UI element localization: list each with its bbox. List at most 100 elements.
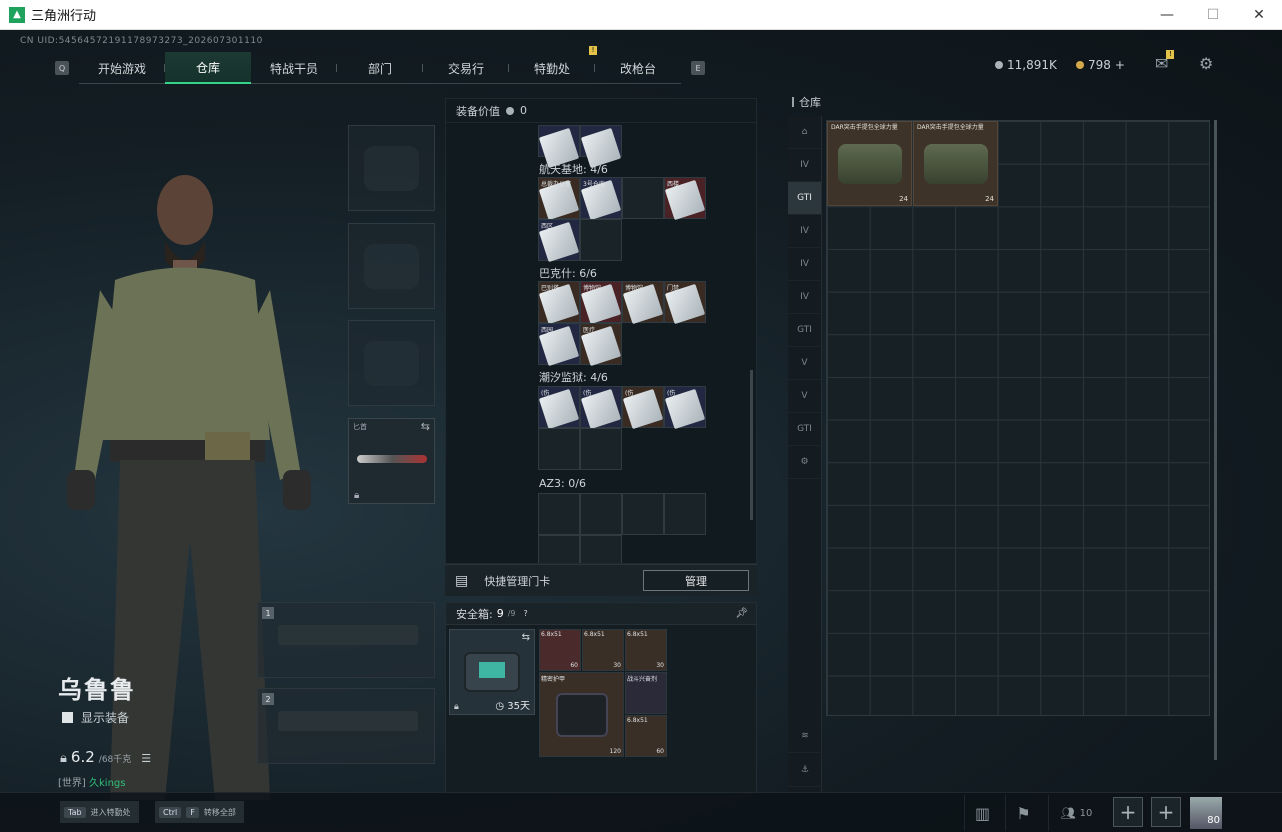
empty-cell[interactable] <box>538 493 580 535</box>
layers-icon[interactable]: ≋ <box>788 720 822 753</box>
ammo-item[interactable]: 6.8x51 60 <box>625 715 667 757</box>
settings-gear-icon[interactable]: ⚙ <box>788 446 821 479</box>
add-squad-button[interactable]: + <box>1151 797 1181 827</box>
token-balance[interactable]: 798 + <box>1076 58 1125 72</box>
warehouse-tab[interactable]: IV <box>788 248 821 281</box>
armor-slot[interactable] <box>348 223 435 309</box>
keycard-cell[interactable] <box>538 125 580 169</box>
maximize-button[interactable]: ☐ <box>1190 0 1236 30</box>
empty-cell[interactable] <box>580 219 622 261</box>
tab-gunsmith[interactable]: 改枪台 <box>595 52 681 84</box>
empty-cell[interactable] <box>580 535 622 563</box>
scrollbar[interactable] <box>750 370 753 520</box>
section-label: 航天基地: 4/6 <box>539 163 608 176</box>
warehouse-item[interactable]: DAR突击手提包全球力量 24 <box>827 121 912 206</box>
avatar[interactable]: 80 <box>1190 797 1222 829</box>
ammo-item[interactable]: 6.8x51 30 <box>582 629 624 671</box>
list-icon[interactable]: ☰ <box>141 752 151 765</box>
transfer-all-hint[interactable]: Ctrl F 转移全部 <box>155 801 244 823</box>
keycard-cell[interactable]: 博物馆 <box>580 281 622 325</box>
warehouse-item[interactable]: DAR突击手提包全球力量 24 <box>913 121 998 206</box>
empty-cell[interactable] <box>580 493 622 535</box>
nav-left-key[interactable]: Q <box>55 61 69 75</box>
rifle-placeholder-icon <box>278 625 418 645</box>
tab-start-game[interactable]: 开始游戏 <box>79 52 165 84</box>
sort-icon[interactable]: ⚓︎ <box>788 754 822 787</box>
manage-button[interactable]: 管理 <box>643 570 749 591</box>
enter-special-ops-hint[interactable]: Tab 进入特勤处 <box>60 801 139 823</box>
minimize-button[interactable]: — <box>1144 0 1190 30</box>
settings-gear-icon[interactable]: ⚙ <box>1199 54 1213 73</box>
pin-icon[interactable]: 📌︎ <box>735 608 748 619</box>
keycard-cell[interactable]: 博物馆 <box>622 281 664 325</box>
flag-icon[interactable]: ⚑ <box>1005 795 1041 831</box>
world-chat[interactable]: [世界] 久kings <box>58 774 125 789</box>
armor-item[interactable]: 精密护甲 120 <box>539 672 624 757</box>
add-squad-button[interactable]: + <box>1113 797 1143 827</box>
keycard-cell[interactable]: (伤 <box>622 386 664 430</box>
warehouse-tab[interactable]: IV <box>788 149 821 182</box>
warehouse-tab[interactable]: IV <box>788 215 821 248</box>
stim-item[interactable]: 战斗兴奋剂 <box>625 672 667 714</box>
keycard-cell[interactable]: 医疗 <box>580 323 622 367</box>
section-label: 巴克什: 6/6 <box>539 267 597 280</box>
warehouse-tab[interactable]: GTI <box>788 314 821 347</box>
checkbox[interactable] <box>62 712 73 723</box>
swap-icon[interactable]: ⇆ <box>421 420 430 433</box>
empty-cell[interactable] <box>580 428 622 470</box>
keycard-cell[interactable] <box>580 125 622 169</box>
helmet-slot[interactable] <box>348 125 435 211</box>
help-icon[interactable]: ? <box>524 609 528 618</box>
show-equipment-toggle[interactable]: 显示装备 <box>62 709 129 726</box>
tab-special-ops[interactable]: 特勤处! <box>509 46 597 84</box>
keycard-cell[interactable]: (伤 <box>580 386 622 430</box>
empty-cell[interactable] <box>622 177 664 219</box>
swap-icon[interactable]: ⇆ <box>522 632 530 643</box>
top-nav: Q 开始游戏 仓库 特战干员 部门 交易行 特勤处! 改枪台 E <box>55 46 705 84</box>
keycard-cell[interactable]: (伤 <box>538 386 580 430</box>
keycard-cell[interactable]: 西楼 <box>664 177 706 221</box>
keycard-cell[interactable]: 门禁 <box>664 281 706 325</box>
primary-weapon-slot[interactable]: 1 <box>257 602 435 678</box>
window-title: 三角洲行动 <box>31 9 97 24</box>
tab-trade[interactable]: 交易行 <box>423 52 509 84</box>
secondary-weapon-slot[interactable]: 2 <box>257 688 435 764</box>
tab-department[interactable]: 部门 <box>337 52 423 84</box>
keycard-list[interactable]: 航天基地: 4/6 总裁办公室 3号仓库 西楼 西区 巴克什: 6/6 巴别塔 … <box>446 125 752 563</box>
keycard-cell[interactable]: 西区 <box>538 219 580 263</box>
friends-button[interactable]: 👥︎ 10 <box>1048 795 1104 831</box>
stats-icon[interactable]: ▥ <box>964 795 1000 831</box>
scrollbar[interactable] <box>1214 120 1217 760</box>
keycard-cell[interactable]: 西园 <box>538 323 580 367</box>
equip-value: 0 <box>520 104 527 117</box>
keycard-cell[interactable]: 总裁办公室 <box>538 177 580 221</box>
warehouse-tab[interactable]: ⌂ <box>788 116 821 149</box>
keycard-cell[interactable]: 巴别塔 <box>538 281 580 325</box>
pistol-slot[interactable] <box>348 320 435 406</box>
keycard-cell[interactable]: 3号仓库 <box>580 177 622 221</box>
ammo-item[interactable]: 6.8x51 60 <box>539 629 581 671</box>
tab-operators[interactable]: 特战干员 <box>251 52 337 84</box>
empty-cell[interactable] <box>664 493 706 535</box>
warehouse-tab[interactable]: IV <box>788 281 821 314</box>
uid-label: CN UID:54564572191178973273_202607301110 <box>20 36 263 46</box>
ammo-item[interactable]: 6.8x51 30 <box>625 629 667 671</box>
helmet-placeholder-icon <box>364 145 419 191</box>
warehouse-grid[interactable]: DAR突击手提包全球力量 24 DAR突击手提包全球力量 24 <box>826 120 1210 716</box>
warehouse-tab[interactable]: GTI <box>788 413 821 446</box>
warehouse-tab[interactable]: V <box>788 380 821 413</box>
keycard-cell[interactable]: (伤 <box>664 386 706 430</box>
app-logo-icon: ▲ <box>9 6 25 23</box>
warehouse-tab[interactable]: V <box>788 347 821 380</box>
empty-cell[interactable] <box>538 535 580 563</box>
knife-slot[interactable]: 匕首 ⇆ 🔒︎ <box>348 418 435 504</box>
mail-icon[interactable]: ✉! <box>1155 50 1175 73</box>
empty-cell[interactable] <box>622 493 664 535</box>
close-button[interactable]: ✕ <box>1236 0 1282 30</box>
safe-box-container[interactable]: ⇆ 🔒︎ ◷ 35天 <box>449 629 535 715</box>
empty-cell[interactable] <box>538 428 580 470</box>
warehouse-tab[interactable]: GTI <box>788 182 821 215</box>
lock-icon: 🔒︎ <box>354 490 360 501</box>
nav-right-key[interactable]: E <box>691 61 705 75</box>
tab-warehouse[interactable]: 仓库 <box>165 52 251 84</box>
